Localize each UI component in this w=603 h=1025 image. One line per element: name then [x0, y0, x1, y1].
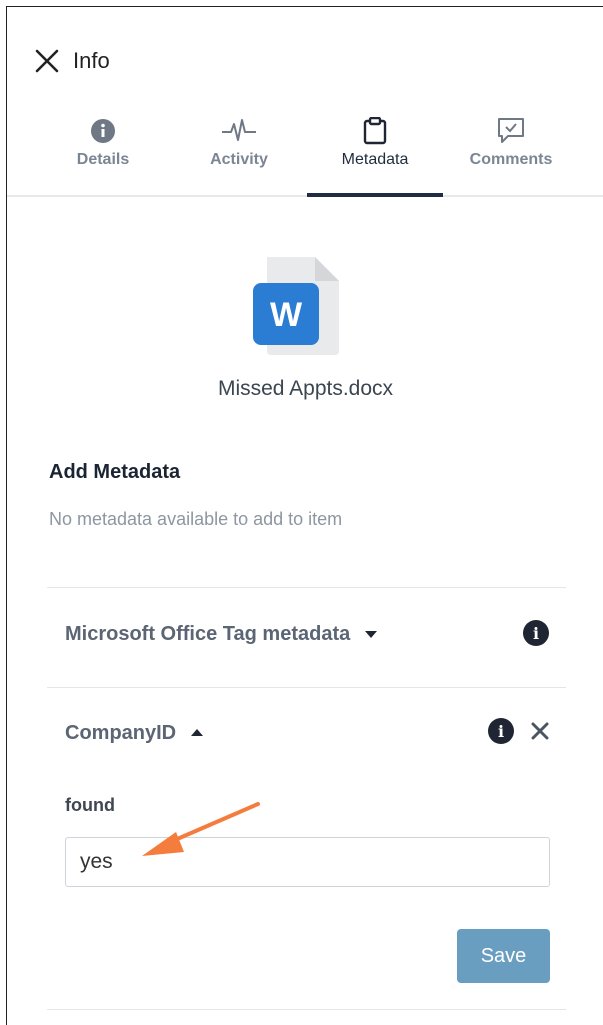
save-button[interactable]: Save [457, 929, 550, 983]
close-icon[interactable] [33, 47, 61, 75]
info-icon[interactable]: i [523, 620, 549, 646]
comment-check-icon [496, 117, 526, 145]
field-label-found: found [65, 795, 115, 815]
activity-pulse-icon [221, 117, 257, 145]
tab-label: Metadata [341, 151, 409, 168]
info-icon[interactable]: i [488, 718, 514, 744]
template-label: CompanyID [65, 721, 177, 744]
panel-title: Info [73, 48, 110, 73]
word-document-icon: W [253, 255, 341, 359]
divider [47, 587, 566, 588]
tab-bar: Details Activity Metadata Comments [7, 111, 603, 197]
tab-label: Comments [469, 151, 553, 168]
tab-label: Activity [210, 151, 268, 168]
tab-details[interactable]: Details [35, 111, 171, 195]
template-label: Microsoft Office Tag metadata [65, 622, 351, 645]
tab-metadata[interactable]: Metadata [307, 111, 443, 197]
tab-comments[interactable]: Comments [443, 111, 579, 195]
remove-template-icon[interactable] [527, 718, 553, 744]
info-panel: Info Details Activity Metadata Comments [6, 6, 603, 1025]
caret-up-icon[interactable] [190, 728, 204, 738]
info-circle-icon [90, 117, 116, 145]
add-metadata-subtitle: No metadata available to add to item [49, 509, 343, 529]
file-name: Missed Appts.docx [217, 377, 394, 400]
add-metadata-title: Add Metadata [49, 461, 181, 483]
clipboard-icon [363, 117, 387, 145]
tab-activity[interactable]: Activity [171, 111, 307, 195]
panel-header: Info [33, 41, 110, 81]
caret-down-icon[interactable] [364, 629, 378, 639]
template-row-office-tag[interactable]: Microsoft Office Tag metadata [65, 618, 378, 650]
found-field[interactable] [65, 837, 550, 887]
word-letter: W [270, 296, 303, 334]
tab-label: Details [76, 151, 130, 168]
template-row-companyid[interactable]: CompanyID [65, 717, 204, 749]
divider [47, 687, 566, 688]
divider [47, 1009, 566, 1010]
